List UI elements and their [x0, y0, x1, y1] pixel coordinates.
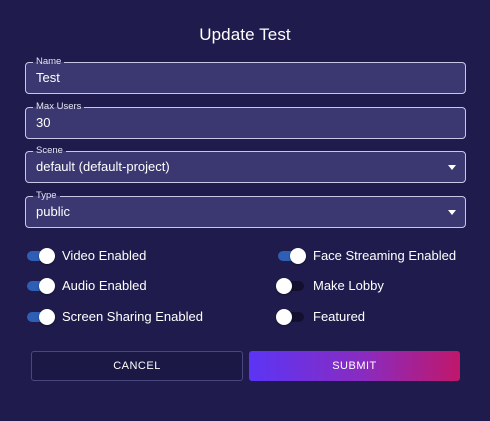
switch-thumb[interactable] — [39, 309, 55, 325]
make-lobby-switch[interactable] — [276, 278, 306, 294]
audio-enabled-switch[interactable] — [25, 278, 55, 294]
make-lobby-label: Make Lobby — [313, 278, 384, 293]
face-streaming-switch[interactable] — [276, 248, 306, 264]
update-dialog: Update Test Name Test Max Users 30 Scene… — [0, 0, 490, 421]
video-enabled-switch[interactable] — [25, 248, 55, 264]
featured-label: Featured — [313, 309, 366, 324]
cancel-button[interactable]: CANCEL — [31, 351, 243, 381]
name-field[interactable]: Name Test — [25, 56, 466, 94]
dropdown-arrow-icon[interactable] — [448, 210, 456, 215]
featured-switch[interactable] — [276, 309, 306, 325]
video-enabled-label: Video Enabled — [62, 248, 147, 263]
dropdown-arrow-icon[interactable] — [448, 165, 456, 170]
audio-enabled-label: Audio Enabled — [62, 278, 147, 293]
face-streaming-label: Face Streaming Enabled — [313, 248, 457, 263]
switch-thumb[interactable] — [276, 278, 292, 294]
max-users-field-label: Max Users — [33, 101, 85, 112]
dialog-title: Update Test — [199, 25, 291, 44]
switch-thumb[interactable] — [39, 278, 55, 294]
screen-sharing-switch[interactable] — [25, 309, 55, 325]
type-select-label: Type — [33, 190, 60, 201]
max-users-field[interactable]: Max Users 30 — [25, 101, 466, 139]
scene-select-label: Scene — [33, 145, 66, 156]
scene-select[interactable]: Scene default (default-project) — [25, 145, 466, 183]
switch-thumb[interactable] — [276, 309, 292, 325]
switch-thumb[interactable] — [39, 248, 55, 264]
switch-thumb[interactable] — [290, 248, 306, 264]
type-select[interactable]: Type public — [25, 190, 466, 228]
screen-sharing-label: Screen Sharing Enabled — [62, 309, 203, 324]
max-users-field-value[interactable]: 30 — [36, 115, 50, 131]
name-field-label: Name — [33, 56, 65, 67]
type-select-value: public — [36, 204, 70, 219]
name-field-value[interactable]: Test — [36, 70, 60, 86]
scene-select-value: default (default-project) — [36, 159, 170, 174]
submit-button[interactable]: SUBMIT — [249, 351, 460, 381]
